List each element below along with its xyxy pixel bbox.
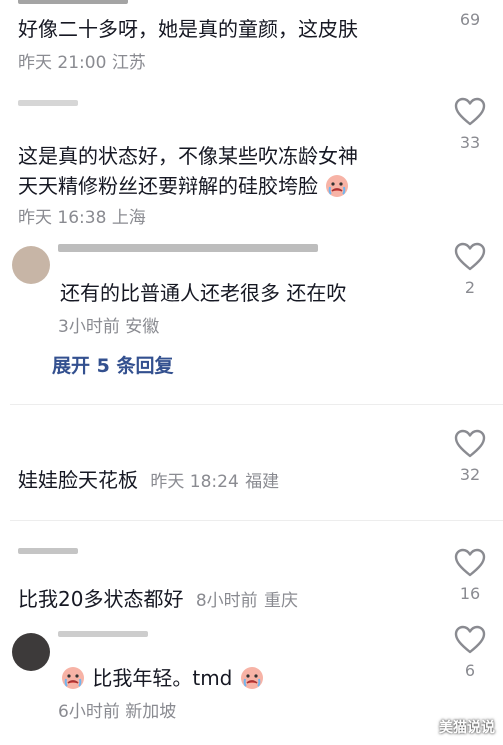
comment-text: 比我20多状态都好 8小时前 重庆 xyxy=(18,584,298,616)
divider xyxy=(10,404,503,405)
expand-replies-button[interactable]: 展开 5 条回复 xyxy=(52,351,173,378)
comment-text-line-2-text: 天天精修粉丝还要辩解的硅胶垮脸 xyxy=(18,174,318,198)
crying-face-emoji xyxy=(326,175,349,197)
comment-location: 福建 xyxy=(245,472,280,492)
reply-item: 还有的比普通人还老很多 还在吹 3小时前 安徽 2 xyxy=(0,240,503,340)
like-button[interactable]: 33 xyxy=(453,97,487,152)
comment-text-content: 比我20多状态都好 xyxy=(18,587,184,611)
heart-outline-icon xyxy=(454,429,486,458)
heart-outline-icon xyxy=(454,548,486,577)
reply-time: 6小时前 xyxy=(58,702,120,722)
like-button[interactable]: 69 xyxy=(453,10,487,29)
reply-meta: 3小时前 安徽 xyxy=(58,312,159,337)
reply-time: 3小时前 xyxy=(58,317,120,337)
comment-item: 好像二十多呀，她是真的童颜，这皮肤 昨天 21:00 江苏 69 xyxy=(0,0,503,90)
comment-text: 娃娃脸天花板 昨天 18:24 福建 xyxy=(18,465,279,497)
reply-meta: 6小时前 新加坡 xyxy=(58,697,176,722)
reply-text-content: 比我年轻。tmd xyxy=(92,666,233,690)
comment-text: 好像二十多呀，她是真的童颜，这皮肤 xyxy=(18,17,358,41)
like-button[interactable]: 32 xyxy=(453,429,487,484)
like-count: 69 xyxy=(459,10,481,29)
comment-text-line-2: 天天精修粉丝还要辩解的硅胶垮脸 xyxy=(18,171,350,201)
cut-username xyxy=(18,0,128,4)
comment-location: 重庆 xyxy=(264,591,298,611)
comment-item: 娃娃脸天花板 昨天 18:24 福建 32 xyxy=(0,425,503,515)
like-count: 6 xyxy=(464,661,476,680)
comment-text-line-1: 这是真的状态好，不像某些吹冻龄女神 xyxy=(18,144,358,168)
like-count: 2 xyxy=(464,278,476,297)
crying-face-emoji xyxy=(62,667,84,689)
heart-outline-icon xyxy=(454,625,486,654)
comment-location: 江苏 xyxy=(111,53,146,73)
like-count: 32 xyxy=(459,465,481,484)
heart-outline-icon xyxy=(454,242,486,271)
like-button[interactable]: 2 xyxy=(453,242,487,297)
like-button[interactable]: 16 xyxy=(453,548,487,603)
comment-time: 8小时前 xyxy=(195,591,258,611)
avatar xyxy=(12,246,50,284)
divider xyxy=(10,520,503,521)
comment-time: 昨天 21:00 xyxy=(18,53,107,73)
comment-meta: 昨天 16:38 上海 xyxy=(18,203,146,228)
comment-item: 比我20多状态都好 8小时前 重庆 16 xyxy=(0,540,503,620)
cut-username xyxy=(58,631,148,637)
reply-location: 安徽 xyxy=(125,317,160,337)
reply-text: 比我年轻。tmd xyxy=(60,663,265,693)
comment-location: 上海 xyxy=(111,208,146,228)
avatar xyxy=(12,633,50,671)
comment-item: 这是真的状态好，不像某些吹冻龄女神 天天精修粉丝还要辩解的硅胶垮脸 昨天 16:… xyxy=(0,95,503,235)
reply-text: 还有的比普通人还老很多 还在吹 xyxy=(60,281,347,305)
like-button[interactable]: 6 xyxy=(453,625,487,680)
watermark: 美猫说说 xyxy=(439,720,495,736)
comment-meta: 昨天 21:00 江苏 xyxy=(18,48,146,73)
cut-username xyxy=(18,100,78,106)
crying-face-emoji xyxy=(240,667,263,689)
cut-username xyxy=(58,244,318,252)
reply-item: 比我年轻。tmd 6小时前 新加坡 6 xyxy=(0,625,503,745)
heart-outline-icon xyxy=(454,97,486,126)
comment-time: 昨天 18:24 xyxy=(150,472,239,492)
reply-location: 新加坡 xyxy=(125,702,177,722)
comment-text-content: 娃娃脸天花板 xyxy=(18,468,138,492)
cut-username xyxy=(18,548,78,554)
like-count: 16 xyxy=(459,584,481,603)
comment-time: 昨天 16:38 xyxy=(18,208,107,228)
like-count: 33 xyxy=(459,133,481,152)
